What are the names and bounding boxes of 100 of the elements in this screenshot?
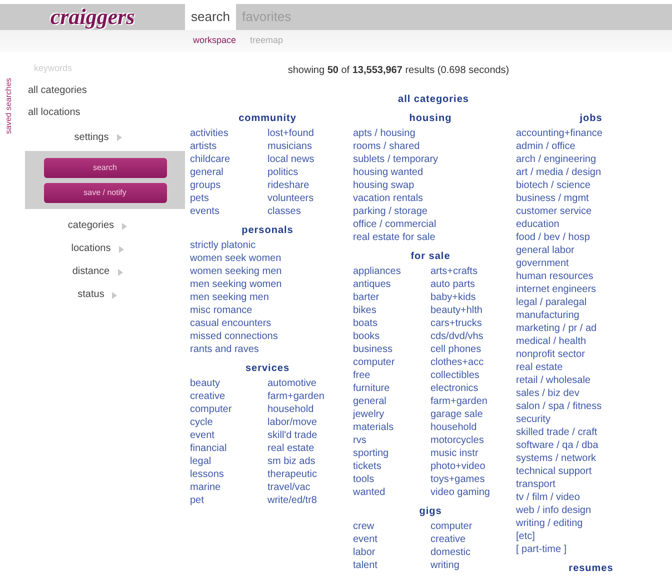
category-link[interactable]: clothes+acc xyxy=(430,356,508,369)
category-link[interactable]: accounting+finance xyxy=(516,127,602,140)
category-link[interactable]: farm+garden xyxy=(430,395,508,408)
tab[interactable]: search xyxy=(185,4,236,30)
category-link[interactable]: appliances xyxy=(353,265,430,278)
category-link[interactable]: beauty+hlth xyxy=(430,304,508,317)
category-link[interactable]: transport xyxy=(516,478,602,491)
category-link[interactable]: customer service xyxy=(516,205,602,218)
filter-dropdown[interactable]: all categories xyxy=(28,84,185,98)
section-heading[interactable]: housing xyxy=(353,112,508,127)
category-link[interactable]: housing swap xyxy=(353,179,438,192)
category-link[interactable]: farm+garden xyxy=(268,390,345,403)
category-link[interactable]: biotech / science xyxy=(516,179,602,192)
category-link[interactable]: women seek women xyxy=(190,252,282,265)
category-link[interactable]: artists xyxy=(190,140,268,153)
category-link[interactable]: events xyxy=(190,205,268,218)
category-link[interactable]: writing xyxy=(430,559,508,572)
category-link[interactable]: misc romance xyxy=(190,304,282,317)
category-link[interactable]: volunteers xyxy=(268,192,345,205)
category-link[interactable]: internet engineers xyxy=(516,283,602,296)
category-link[interactable]: salon / spa / fitness xyxy=(516,400,602,413)
category-link[interactable]: food / bev / hosp xyxy=(516,231,602,244)
category-link[interactable]: motorcycles xyxy=(430,434,508,447)
category-link[interactable]: creative xyxy=(190,390,268,403)
action-button[interactable]: search xyxy=(44,158,166,178)
category-link[interactable]: real estate xyxy=(268,442,345,455)
category-link[interactable]: music instr xyxy=(430,447,508,460)
category-link[interactable]: sm biz ads xyxy=(268,455,345,468)
category-link[interactable]: business xyxy=(353,343,430,356)
category-link[interactable]: rideshare xyxy=(268,179,345,192)
category-link[interactable]: therapeutic xyxy=(268,468,345,481)
category-link[interactable]: bikes xyxy=(353,304,430,317)
sub-tab[interactable]: workspace xyxy=(193,34,236,48)
category-link[interactable]: cycle xyxy=(190,416,268,429)
category-link[interactable]: strictly platonic xyxy=(190,239,282,252)
category-link[interactable]: housing wanted xyxy=(353,166,438,179)
category-link[interactable]: auto parts xyxy=(430,278,508,291)
category-link[interactable]: business / mgmt xyxy=(516,192,602,205)
category-link[interactable]: antiques xyxy=(353,278,430,291)
category-link[interactable]: sublets / temporary xyxy=(353,153,438,166)
category-link[interactable]: tv / film / video xyxy=(516,491,602,504)
category-link[interactable]: [etc] xyxy=(516,530,602,543)
category-link[interactable]: nonprofit sector xyxy=(516,348,602,361)
category-link[interactable]: computer xyxy=(353,356,430,369)
category-link[interactable]: books xyxy=(353,330,430,343)
category-link[interactable]: writing / editing xyxy=(516,517,602,530)
category-link[interactable]: toys+games xyxy=(430,473,508,486)
category-link[interactable]: security xyxy=(516,413,602,426)
filter-section[interactable]: distance xyxy=(72,265,110,279)
category-link[interactable]: general xyxy=(353,395,430,408)
category-link[interactable]: government xyxy=(516,257,602,270)
category-link[interactable]: legal xyxy=(190,455,268,468)
category-link[interactable]: labor xyxy=(353,546,430,559)
category-link[interactable]: education xyxy=(516,218,602,231)
category-link[interactable]: collectibles xyxy=(430,369,508,382)
category-link[interactable]: activities xyxy=(190,127,268,140)
category-link[interactable]: lost+found xyxy=(268,127,345,140)
settings-toggle[interactable]: settings xyxy=(74,130,109,145)
filter-section[interactable]: locations xyxy=(71,242,111,256)
category-link[interactable]: computer xyxy=(430,520,508,533)
category-link[interactable]: local news xyxy=(268,153,345,166)
category-link[interactable]: pets xyxy=(190,192,268,205)
category-link[interactable]: automotive xyxy=(268,377,345,390)
section-heading[interactable]: resumes xyxy=(516,562,666,577)
logo[interactable]: craiggers xyxy=(50,6,135,28)
category-link[interactable]: barter xyxy=(353,291,430,304)
category-link[interactable]: rants and raves xyxy=(190,343,282,356)
category-link[interactable]: medical / health xyxy=(516,335,602,348)
category-link[interactable]: creative xyxy=(430,533,508,546)
section-heading[interactable]: community xyxy=(190,112,345,127)
category-link[interactable]: software / qa / dba xyxy=(516,439,602,452)
category-link[interactable]: wanted xyxy=(353,486,430,499)
category-link[interactable]: video gaming xyxy=(430,486,508,499)
category-link[interactable]: general xyxy=(190,166,268,179)
category-link[interactable]: cds/dvd/vhs xyxy=(430,330,508,343)
category-link[interactable]: musicians xyxy=(268,140,345,153)
category-link[interactable]: skilled trade / craft xyxy=(516,426,602,439)
category-link[interactable]: electronics xyxy=(430,382,508,395)
category-link[interactable]: arch / engineering xyxy=(516,153,602,166)
category-link[interactable]: pet xyxy=(190,494,268,507)
section-heading[interactable]: personals xyxy=(190,224,345,239)
category-link[interactable]: apts / housing xyxy=(353,127,438,140)
category-link[interactable]: marine xyxy=(190,481,268,494)
category-link[interactable]: legal / paralegal xyxy=(516,296,602,309)
section-heading[interactable]: gigs xyxy=(353,505,508,520)
category-link[interactable]: computer xyxy=(190,403,268,416)
category-link[interactable]: cell phones xyxy=(430,343,508,356)
category-link[interactable]: marketing / pr / ad xyxy=(516,322,602,335)
filter-section[interactable]: categories xyxy=(68,219,114,233)
category-link[interactable]: general labor xyxy=(516,244,602,257)
category-link[interactable]: casual encounters xyxy=(190,317,282,330)
category-link[interactable]: materials xyxy=(353,421,430,434)
panel-title[interactable]: all categories xyxy=(185,93,672,106)
filter-section[interactable]: status xyxy=(78,288,104,302)
category-link[interactable]: real estate for sale xyxy=(353,231,438,244)
saved-searches-tab[interactable]: saved searches xyxy=(3,64,15,134)
category-link[interactable]: lessons xyxy=(190,468,268,481)
category-link[interactable]: sporting xyxy=(353,447,430,460)
category-link[interactable]: cars+trucks xyxy=(430,317,508,330)
category-link[interactable]: rooms / shared xyxy=(353,140,438,153)
